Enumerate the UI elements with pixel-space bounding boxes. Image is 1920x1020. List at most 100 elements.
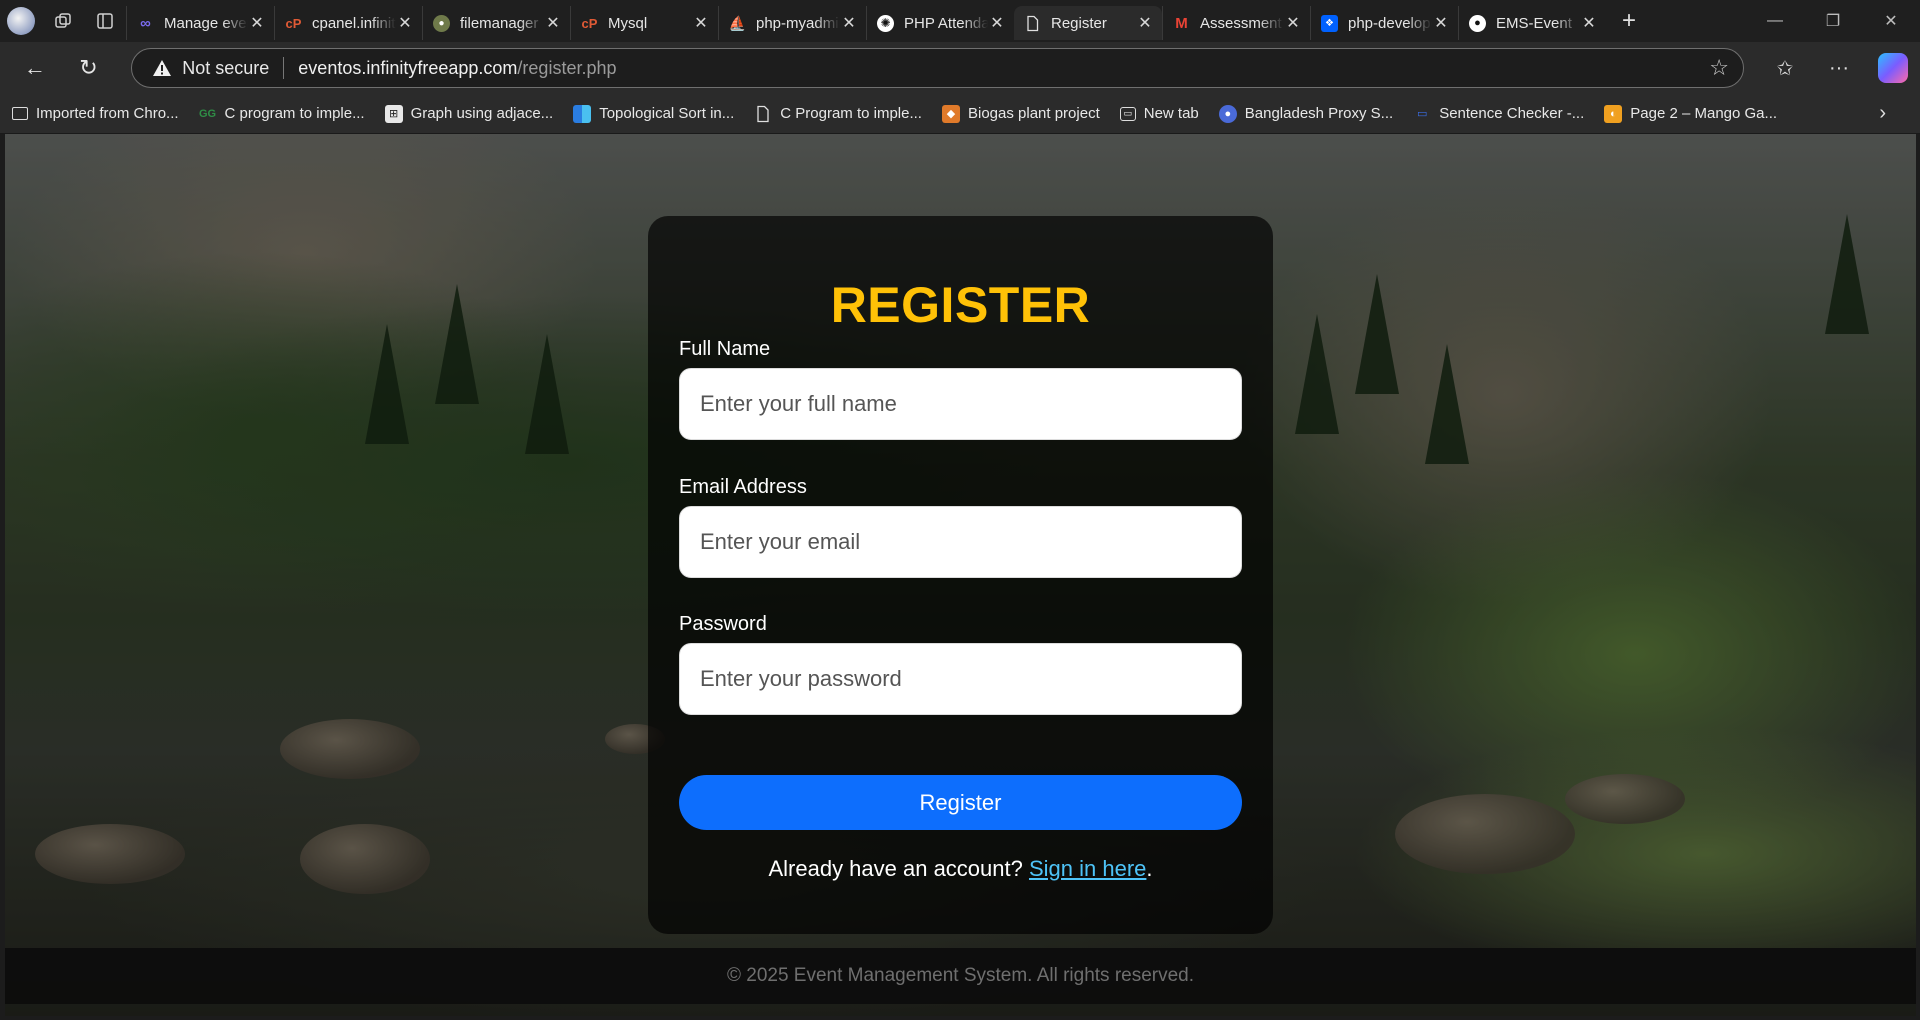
register-button[interactable]: Register bbox=[679, 775, 1242, 830]
footer-copyright: © 2025 Event Management System. All righ… bbox=[726, 965, 1195, 986]
close-icon[interactable]: ✕ bbox=[1432, 13, 1450, 33]
bookmark-item[interactable]: ▭ Sentence Checker -... bbox=[1413, 105, 1584, 123]
tab-title: Assessment bbox=[1200, 14, 1282, 32]
infinity-icon: ∞ bbox=[140, 14, 151, 32]
chevron-right-icon[interactable]: › bbox=[1879, 102, 1886, 125]
tab-filemanager[interactable]: ● filemanager ✕ bbox=[422, 6, 570, 40]
back-arrow-icon: ← bbox=[23, 55, 46, 80]
bookmark-item[interactable]: ⊞ Graph using adjace... bbox=[384, 104, 554, 123]
workspaces-icon bbox=[55, 13, 71, 28]
new-tab-button[interactable]: + bbox=[1606, 0, 1652, 42]
close-icon: ✕ bbox=[1884, 13, 1898, 30]
url-path[interactable]: /register.php bbox=[517, 58, 616, 79]
more-icon: ··· bbox=[1829, 56, 1849, 79]
signin-link[interactable]: Sign in here bbox=[1029, 856, 1146, 881]
address-bar[interactable]: Not secure eventos.infinityfreeapp.com/r… bbox=[131, 48, 1745, 88]
tab-phpmyadmin[interactable]: ⛵ php-myadmin ✕ bbox=[718, 6, 866, 40]
close-icon[interactable]: ✕ bbox=[248, 13, 266, 33]
back-button[interactable]: ← bbox=[8, 42, 62, 94]
tab-title: filemanager bbox=[460, 14, 539, 32]
copilot-button[interactable] bbox=[1866, 42, 1920, 94]
bookmark-item[interactable]: C Program to imple... bbox=[754, 105, 922, 123]
cpanel-icon: cP bbox=[581, 15, 598, 31]
tab-title: Manage events bbox=[164, 14, 248, 32]
register-card: REGISTER Full Name Email Address Passwor… bbox=[648, 216, 1273, 934]
tab-title: PHP Attendance bbox=[904, 14, 988, 32]
tab-ems-event[interactable]: ● EMS-Event ✕ bbox=[1458, 6, 1606, 40]
page-icon bbox=[757, 105, 769, 122]
window-controls: — ❐ ✕ bbox=[1746, 0, 1920, 42]
toolbar-right: ✩ ··· bbox=[1758, 42, 1920, 94]
tab-title: php-developer bbox=[1348, 14, 1432, 32]
email-input[interactable] bbox=[679, 506, 1242, 578]
github-icon: ● bbox=[1469, 14, 1486, 32]
close-icon[interactable]: ✕ bbox=[544, 13, 562, 33]
close-window-button[interactable]: ✕ bbox=[1862, 0, 1920, 42]
tab-cpanel[interactable]: cP cpanel.infinityfree ✕ bbox=[274, 6, 422, 40]
phpmyadmin-icon: ⛵ bbox=[728, 14, 747, 31]
bookmarks-bar: Imported from Chro... GG C program to im… bbox=[0, 94, 1920, 134]
reload-button[interactable]: ↻ bbox=[62, 42, 116, 94]
bookmark-item[interactable]: ◆ Biogas plant project bbox=[941, 104, 1100, 123]
url-host[interactable]: eventos.infinityfreeapp.com bbox=[298, 58, 517, 79]
minimize-button[interactable]: — bbox=[1746, 0, 1804, 42]
tab-register[interactable]: Register ✕ bbox=[1014, 6, 1162, 40]
cpanel-icon: cP bbox=[285, 15, 302, 31]
graph-icon: ⊞ bbox=[384, 104, 403, 123]
tab-title: php-myadmin bbox=[756, 14, 840, 32]
signin-prefix: Already have an account? bbox=[768, 856, 1029, 881]
mango-icon: ◐ bbox=[1604, 104, 1623, 123]
tab-manage-events[interactable]: ∞ Manage events ✕ bbox=[126, 6, 274, 40]
sidebar-icon bbox=[97, 13, 113, 29]
bookmark-item[interactable]: ▭ New tab bbox=[1119, 105, 1199, 122]
tab-php-attendance[interactable]: ✺ PHP Attendance ✕ bbox=[866, 6, 1014, 40]
close-icon[interactable]: ✕ bbox=[1580, 13, 1598, 33]
bookmark-label: Graph using adjace... bbox=[410, 105, 554, 122]
vertical-tabs-button[interactable] bbox=[84, 0, 126, 42]
folder-icon bbox=[12, 107, 28, 120]
restore-button[interactable]: ❐ bbox=[1804, 0, 1862, 42]
profile-avatar[interactable] bbox=[0, 0, 42, 42]
minimize-icon: — bbox=[1767, 12, 1783, 29]
close-icon[interactable]: ✕ bbox=[840, 13, 858, 33]
favorites-button[interactable]: ✩ bbox=[1758, 42, 1812, 94]
bookmark-item[interactable]: ● Bangladesh Proxy S... bbox=[1218, 104, 1393, 123]
bookmark-item[interactable]: Topological Sort in... bbox=[573, 104, 734, 123]
close-icon[interactable]: ✕ bbox=[1136, 13, 1154, 33]
page-footer: © 2025 Event Management System. All righ… bbox=[5, 948, 1916, 1004]
security-label[interactable]: Not secure bbox=[182, 58, 269, 79]
tab-mysql[interactable]: cP Mysql ✕ bbox=[570, 6, 718, 40]
close-icon[interactable]: ✕ bbox=[988, 13, 1006, 33]
close-icon[interactable]: ✕ bbox=[1284, 13, 1302, 33]
tab-php-developer[interactable]: ❖ php-developer ✕ bbox=[1310, 6, 1458, 40]
bookmark-item[interactable]: Imported from Chro... bbox=[12, 105, 179, 122]
bookmark-label: C Program to imple... bbox=[780, 105, 922, 122]
checker-icon: ▭ bbox=[1416, 108, 1428, 120]
copilot-icon bbox=[1878, 53, 1909, 83]
workspaces-button[interactable] bbox=[42, 0, 84, 42]
signin-prompt: Already have an account? Sign in here. bbox=[648, 856, 1273, 882]
bookmark-label: Sentence Checker -... bbox=[1439, 105, 1585, 122]
grid-icon bbox=[573, 104, 592, 123]
favorite-star-icon[interactable]: ☆ bbox=[1709, 55, 1729, 81]
close-icon[interactable]: ✕ bbox=[692, 13, 710, 33]
dropbox-icon: ❖ bbox=[1321, 14, 1338, 32]
close-icon[interactable]: ✕ bbox=[396, 13, 414, 33]
tab-assessment[interactable]: M Assessment ✕ bbox=[1162, 6, 1310, 40]
plus-icon: + bbox=[1621, 7, 1636, 34]
tab-title: Mysql bbox=[608, 14, 648, 32]
bookmark-item[interactable]: ◐ Page 2 – Mango Ga... bbox=[1604, 104, 1778, 123]
gmail-icon: M bbox=[1175, 14, 1188, 32]
favorites-icon: ✩ bbox=[1776, 57, 1794, 80]
bookmark-item[interactable]: GG C program to imple... bbox=[199, 105, 365, 123]
full-name-input[interactable] bbox=[679, 368, 1242, 440]
warning-icon[interactable] bbox=[152, 58, 172, 78]
restore-icon: ❐ bbox=[1825, 13, 1841, 30]
page-viewport: REGISTER Full Name Email Address Passwor… bbox=[5, 134, 1916, 1016]
address-divider bbox=[283, 57, 285, 79]
more-menu-button[interactable]: ··· bbox=[1812, 42, 1866, 94]
newtab-icon: ▭ bbox=[1119, 106, 1136, 121]
signin-suffix: . bbox=[1146, 856, 1153, 881]
password-input[interactable] bbox=[679, 643, 1242, 715]
bookmark-label: Page 2 – Mango Ga... bbox=[1630, 105, 1778, 122]
